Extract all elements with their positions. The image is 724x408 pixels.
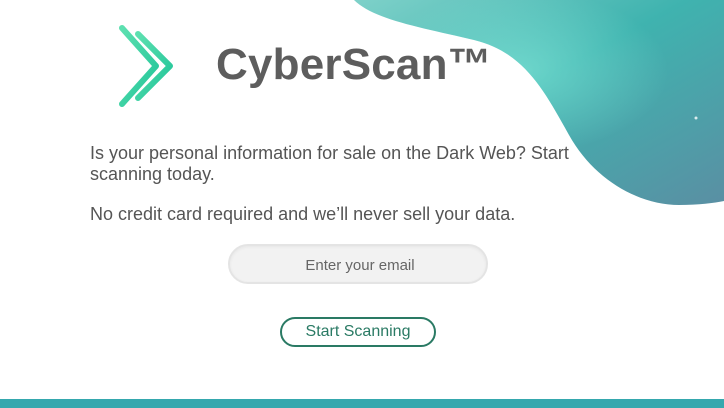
email-field-container [228,244,490,284]
double-chevron-right-icon [112,24,184,110]
brand-name: CyberScan™ [216,40,492,89]
footer-bar [0,399,724,408]
start-scanning-button[interactable]: Start Scanning [280,317,436,347]
privacy-note: No credit card required and we’ll never … [90,204,516,224]
email-input[interactable] [230,246,490,284]
landing-page: CyberScan™ Is your personal information … [0,0,724,408]
intro-text: Is your personal information for sale on… [90,143,569,184]
